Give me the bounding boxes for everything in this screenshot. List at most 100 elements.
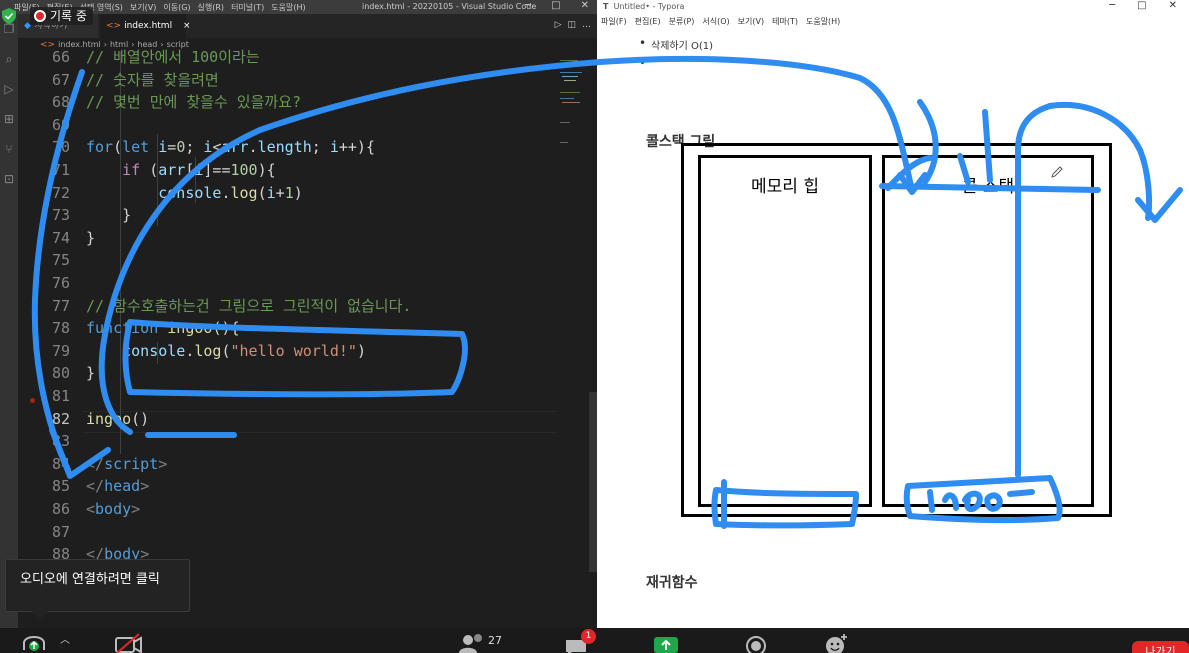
- code-line[interactable]: 76: [18, 272, 548, 295]
- typora-window-title: Untitled• - Typora: [613, 2, 685, 11]
- code-line[interactable]: 70 for(let i=0; i<arr.length; i++){: [18, 136, 548, 159]
- search-icon[interactable]: ⌕: [0, 44, 18, 74]
- typora-menu-item[interactable]: 분류(P): [669, 16, 695, 27]
- code-line[interactable]: 71 if (arr[i]==100){: [18, 159, 548, 182]
- run-icon[interactable]: ▷: [555, 20, 562, 30]
- code-line[interactable]: 66 // 배열안에서 100이라는: [18, 46, 548, 69]
- minimize-icon[interactable]: ─: [1109, 0, 1115, 11]
- minimap[interactable]: [558, 52, 588, 192]
- recording-indicator[interactable]: 기록 중: [30, 7, 93, 25]
- activity-bar: ❐ ⌕ ▷ ⊞ ⑂ ⊡: [0, 14, 18, 628]
- code-token: arr: [158, 161, 186, 179]
- code-token: body: [95, 500, 132, 518]
- code-text: }: [86, 362, 95, 385]
- tab-close-icon[interactable]: ×: [183, 21, 191, 31]
- code-token: ]==: [203, 161, 231, 179]
- typora-menu-item[interactable]: 테마(T): [772, 16, 798, 27]
- html-file-icon: <>: [106, 21, 122, 31]
- code-line[interactable]: 72 console.log(i+1): [18, 182, 548, 205]
- code-text: </script>: [86, 453, 167, 476]
- heap-label: 메모리 힙: [751, 177, 819, 197]
- code-line[interactable]: 78 function ingoo(){: [18, 317, 548, 340]
- extensions-icon[interactable]: ⊞: [0, 104, 18, 134]
- participants-button[interactable]: 27: [456, 628, 512, 653]
- code-editor[interactable]: 66 // 배열안에서 100이라는 67 // 숫자를 찾을려면 68 // 몇번 만에…: [18, 48, 597, 628]
- code-token: 0: [176, 138, 186, 157]
- call-stack-box: 콜 스택: [882, 155, 1094, 507]
- more-actions-icon[interactable]: …: [582, 20, 591, 30]
- typora-menu-item[interactable]: 서식(O): [702, 16, 729, 27]
- split-editor-icon[interactable]: ◫: [567, 20, 576, 30]
- code-token: 1: [284, 183, 294, 202]
- line-number: 70: [51, 138, 70, 157]
- code-line[interactable]: 69: [18, 114, 548, 137]
- code-token: >: [131, 500, 141, 518]
- typora-menu-item[interactable]: 편집(E): [635, 16, 661, 27]
- maximize-icon[interactable]: □: [551, 0, 560, 11]
- start-video-button[interactable]: [114, 628, 144, 653]
- join-audio-button[interactable]: [20, 628, 50, 653]
- share-screen-button[interactable]: [654, 628, 678, 653]
- line-number: 81: [51, 387, 70, 405]
- typora-menu-item[interactable]: 파일(F): [601, 16, 627, 27]
- code-token: <: [86, 500, 96, 518]
- typora-menu-item[interactable]: 도움말(H): [806, 16, 840, 27]
- code-token: let: [122, 138, 150, 157]
- code-line[interactable]: 86 <body>: [18, 498, 548, 521]
- headphones-icon: [23, 636, 45, 651]
- list-item[interactable]: 삭제하기 O(1): [639, 36, 713, 52]
- code-line[interactable]: 81: [18, 385, 548, 408]
- vscode-menu-item[interactable]: 실행(R): [198, 2, 225, 13]
- code-line[interactable]: 75: [18, 249, 548, 272]
- chat-unread-badge: 1: [581, 629, 596, 644]
- code-token: i: [266, 183, 276, 202]
- source-control-icon[interactable]: ⑂: [0, 134, 18, 164]
- vscode-menu-item[interactable]: 터미널(T): [231, 2, 264, 13]
- leave-meeting-button[interactable]: 나가기: [1132, 641, 1189, 653]
- typora-menu-item[interactable]: 보기(V): [738, 16, 764, 27]
- code-line[interactable]: 85 </head>: [18, 475, 548, 498]
- code-line[interactable]: 79 console.log("hello world!"): [18, 340, 548, 363]
- vscode-menu-item[interactable]: 도움말(H): [271, 2, 305, 13]
- audio-connect-tooltip[interactable]: 오디오에 연결하려면 클릭: [5, 559, 190, 619]
- record-dot-icon: [34, 10, 46, 22]
- code-line[interactable]: 73 }: [18, 204, 548, 227]
- line-number: 77: [51, 296, 70, 315]
- tab-index-html[interactable]: <> index.html ×: [100, 14, 191, 38]
- line-number: 68: [51, 93, 70, 112]
- code-line[interactable]: 83: [18, 430, 548, 453]
- maximize-icon[interactable]: □: [1137, 0, 1146, 11]
- code-text: // 배열안에서 100이라는: [86, 46, 260, 69]
- line-number: 87: [51, 522, 70, 541]
- shield-icon: [2, 8, 16, 24]
- code-line[interactable]: 82 ingoo(): [18, 408, 548, 431]
- vscode-menu-item[interactable]: 보기(V): [130, 2, 156, 13]
- code-line[interactable]: 87: [18, 521, 548, 544]
- chat-button[interactable]: 1: [564, 628, 596, 653]
- code-token: for: [86, 138, 114, 157]
- remote-icon[interactable]: ⊡: [0, 164, 18, 194]
- code-token: head: [104, 477, 141, 496]
- code-line[interactable]: 67 // 숫자를 찾을려면: [18, 69, 548, 92]
- participants-count: 27: [488, 634, 502, 647]
- code-line[interactable]: 80}: [18, 362, 548, 385]
- heading-recursion[interactable]: 재귀함수: [646, 572, 698, 592]
- editor-scrollbar[interactable]: [589, 392, 597, 572]
- code-token: i: [329, 138, 339, 157]
- minimize-icon[interactable]: ─: [525, 0, 531, 11]
- code-token: ): [356, 341, 366, 360]
- record-button[interactable]: [744, 628, 768, 653]
- audio-options-caret-icon[interactable]: ︿: [60, 628, 72, 653]
- typora-logo-icon: T: [603, 2, 609, 11]
- reactions-button[interactable]: [824, 628, 848, 653]
- code-line[interactable]: 74}: [18, 227, 548, 250]
- memory-heap-box: 메모리 힙: [698, 155, 872, 507]
- close-icon[interactable]: ✕: [581, 0, 589, 11]
- vscode-menu-item[interactable]: 이동(G): [163, 2, 190, 13]
- code-line[interactable]: 77 // 함수호출하는건 그림으로 그린적이 없습니다.: [18, 295, 548, 318]
- run-debug-icon[interactable]: ▷: [0, 74, 18, 104]
- code-line[interactable]: 68 // 몇번 만에 찾을수 있을까요?: [18, 91, 548, 114]
- code-line[interactable]: 84 </script>: [18, 453, 548, 476]
- close-icon[interactable]: ✕: [1169, 0, 1177, 11]
